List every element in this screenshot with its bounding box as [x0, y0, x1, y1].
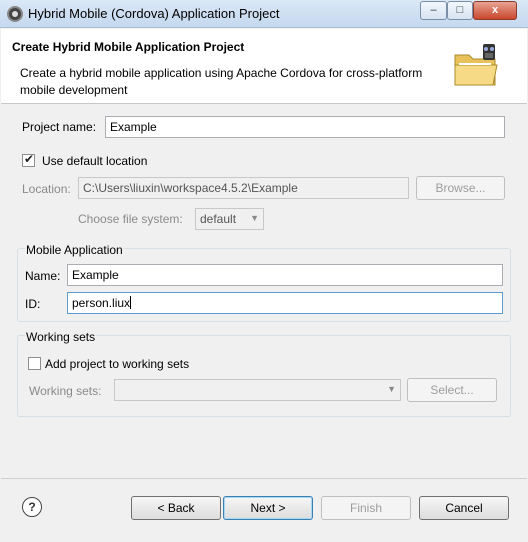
working-sets-group	[17, 335, 511, 417]
finish-button[interactable]: Finish	[321, 496, 411, 520]
app-name-input[interactable]: Example	[67, 264, 503, 286]
working-sets-select[interactable]: ▼	[114, 379, 401, 401]
file-system-value: default	[200, 212, 237, 226]
minimize-button[interactable]: ‒	[420, 1, 447, 20]
add-to-working-sets-label: Add project to working sets	[45, 357, 190, 371]
app-id-label: ID:	[25, 297, 41, 311]
title-bar: Hybrid Mobile (Cordova) Application Proj…	[0, 0, 528, 28]
app-name-label: Name:	[25, 269, 61, 283]
project-name-label: Project name:	[22, 120, 97, 134]
file-system-label: Choose file system:	[78, 212, 183, 226]
maximize-button[interactable]: □	[447, 1, 473, 20]
checkmark-icon: ✔	[24, 152, 35, 166]
file-system-select[interactable]: default ▼	[195, 208, 264, 230]
wizard-title: Create Hybrid Mobile Application Project	[12, 40, 245, 54]
app-icon	[7, 6, 23, 22]
footer-separator	[1, 478, 527, 479]
text-cursor	[130, 296, 132, 309]
wizard-header: Create Hybrid Mobile Application Project…	[1, 29, 527, 104]
chevron-down-icon: ▼	[387, 384, 396, 394]
window-title: Hybrid Mobile (Cordova) Application Proj…	[28, 6, 280, 21]
add-to-working-sets-checkbox[interactable]	[28, 357, 41, 370]
working-sets-label: Working sets:	[29, 384, 102, 398]
browse-button[interactable]: Browse...	[416, 176, 505, 200]
close-button[interactable]: x	[473, 1, 517, 20]
use-default-location-checkbox[interactable]: ✔	[22, 152, 35, 167]
app-id-input[interactable]: person.liux	[67, 292, 503, 314]
chevron-down-icon: ▼	[250, 213, 259, 223]
project-name-input[interactable]: Example	[105, 116, 505, 138]
cancel-button[interactable]: Cancel	[419, 496, 509, 520]
use-default-location-label: Use default location	[42, 154, 148, 168]
location-label: Location:	[22, 182, 71, 196]
location-input[interactable]: C:\Users\liuxin\workspace4.5.2\Example	[78, 177, 409, 199]
next-button[interactable]: Next >	[223, 496, 313, 520]
mobile-application-group-label: Mobile Application	[25, 243, 124, 257]
folder-icon	[454, 44, 498, 86]
select-working-sets-button[interactable]: Select...	[407, 378, 497, 402]
working-sets-group-label: Working sets	[25, 330, 97, 344]
app-id-value: person.liux	[72, 296, 131, 310]
help-icon[interactable]: ?	[22, 497, 42, 517]
wizard-description: Create a hybrid mobile application using…	[20, 66, 423, 97]
back-button[interactable]: < Back	[131, 496, 221, 520]
